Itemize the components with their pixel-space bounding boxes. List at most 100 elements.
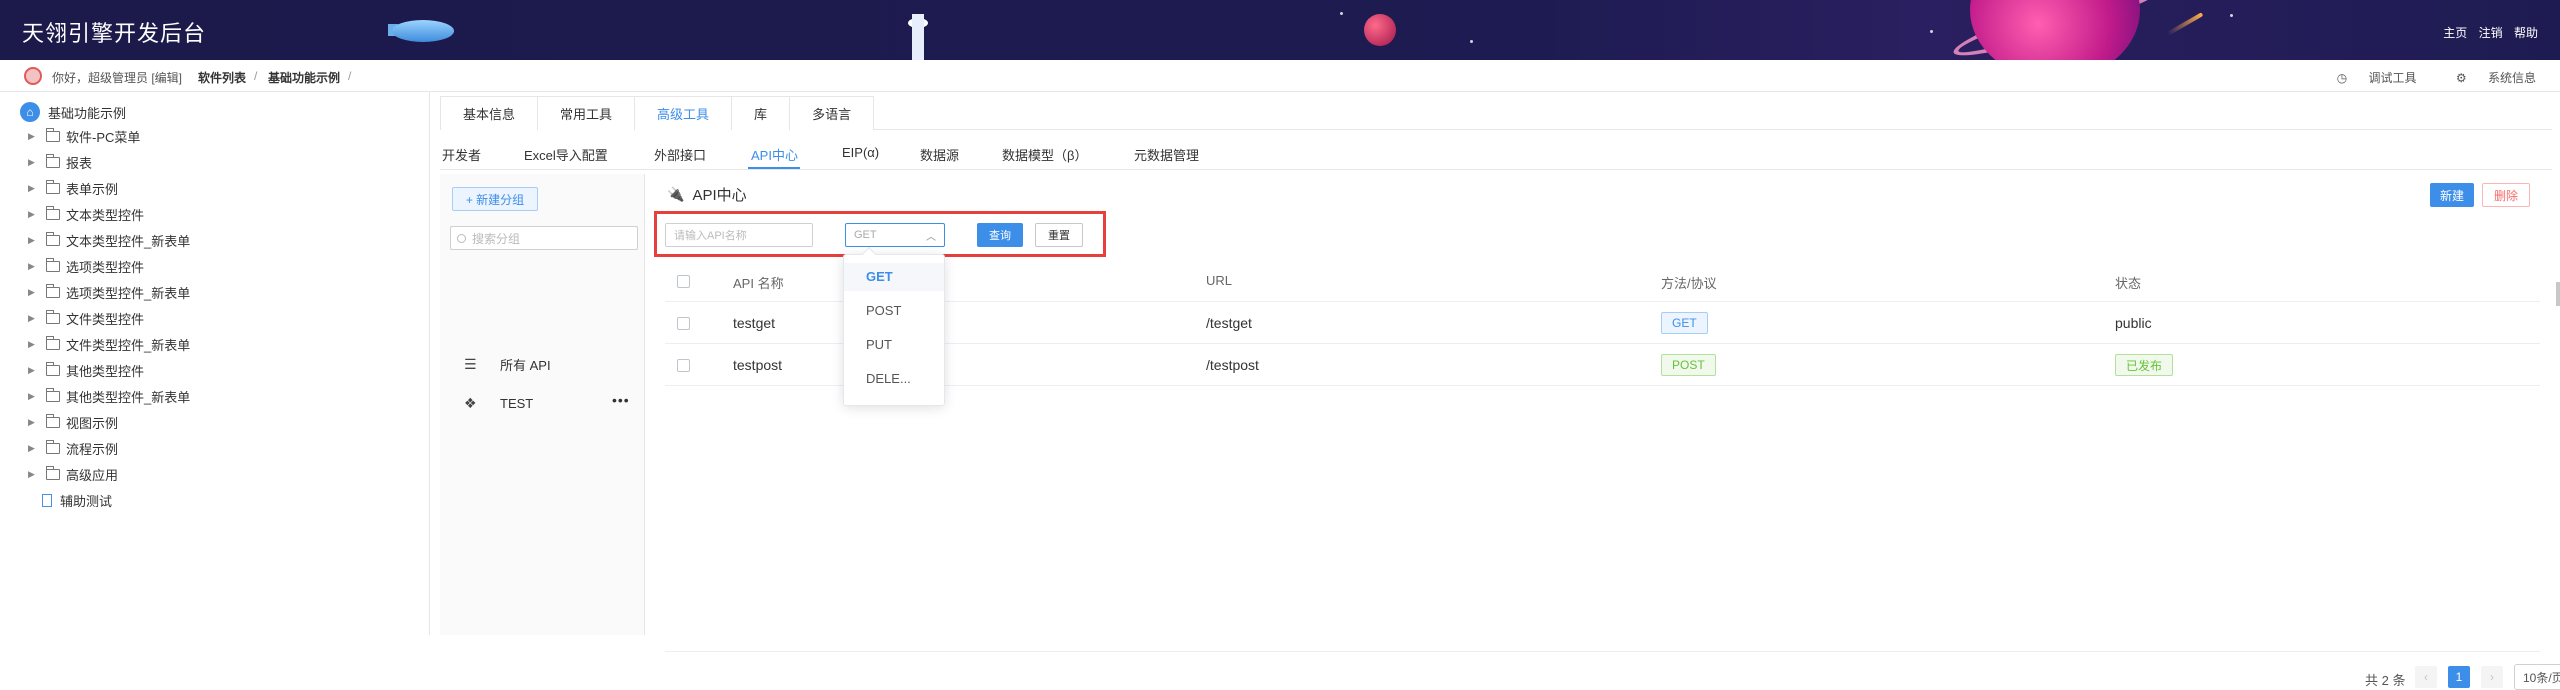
breadcrumb-tools: ◷ 调试工具 ⚙ 系统信息: [2301, 69, 2536, 86]
group-search-input[interactable]: 搜索分组: [450, 226, 638, 250]
breadcrumb-item-basic-demo[interactable]: 基础功能示例: [268, 69, 340, 86]
select-all-checkbox[interactable]: [677, 275, 690, 288]
api-name-input[interactable]: 请输入API名称: [665, 223, 813, 247]
column-header-api-name[interactable]: API 名称: [733, 273, 784, 292]
tree-node[interactable]: ▶ 软件-PC菜单: [28, 126, 140, 146]
tree-node[interactable]: ▶ 文本类型控件_新表单: [28, 230, 190, 250]
debug-tool-link[interactable]: ◷ 调试工具: [2319, 71, 2417, 85]
caret-right-icon[interactable]: ▶: [28, 157, 38, 168]
row-checkbox[interactable]: [677, 317, 690, 330]
star-decoration: [1930, 30, 1933, 33]
table-row[interactable]: testpost /testpost POST 已发布: [665, 344, 2540, 386]
method-option-delete[interactable]: DELE...: [866, 371, 911, 386]
breadcrumb-separator: /: [348, 69, 352, 83]
breadcrumb-item-software-list[interactable]: 软件列表: [198, 69, 246, 86]
tab-basic-info[interactable]: 基本信息: [440, 96, 539, 130]
caret-right-icon[interactable]: ▶: [28, 313, 38, 324]
column-header-status[interactable]: 状态: [2115, 273, 2141, 292]
folder-icon: [46, 283, 60, 298]
page-number[interactable]: 1: [2448, 666, 2470, 688]
logout-link[interactable]: 注销: [2479, 26, 2503, 40]
tree-node[interactable]: ▶ 其他类型控件: [28, 360, 144, 380]
help-link[interactable]: 帮助: [2514, 26, 2538, 40]
planet-decoration: [1364, 14, 1396, 46]
tab-metadata[interactable]: 元数据管理: [1134, 145, 1199, 164]
more-options-icon[interactable]: •••: [612, 392, 630, 408]
folder-icon: [46, 361, 60, 376]
active-tab-underline: [748, 167, 800, 169]
new-group-button[interactable]: + 新建分组: [452, 187, 538, 211]
query-button[interactable]: 查询: [977, 223, 1023, 247]
primary-tabs: 基本信息 常用工具 高级工具 库 多语言: [440, 96, 2552, 130]
tree-node[interactable]: ▶ 其他类型控件_新表单: [28, 386, 190, 406]
cell-api-name[interactable]: testget: [733, 315, 775, 331]
tree-node[interactable]: ▶ 文件类型控件: [28, 308, 144, 328]
tab-api-center[interactable]: API中心: [751, 145, 798, 164]
prev-page-button[interactable]: ‹: [2415, 666, 2437, 688]
reset-button[interactable]: 重置: [1035, 223, 1083, 247]
tab-eip[interactable]: EIP(α): [842, 145, 879, 160]
new-button[interactable]: 新建: [2430, 183, 2474, 207]
method-select[interactable]: GET ︿: [845, 223, 945, 247]
pagination-total: 共 2 条: [2365, 673, 2406, 688]
cell-api-name[interactable]: testpost: [733, 357, 782, 373]
main-area: 基本信息 常用工具 高级工具 库 多语言 开发者 Excel导入配置 外部接口 …: [440, 92, 2560, 690]
caret-right-icon[interactable]: ▶: [28, 391, 38, 402]
method-option-post[interactable]: POST: [866, 303, 901, 318]
table-row[interactable]: testget /testget GET public: [665, 302, 2540, 344]
tree-node[interactable]: ▶ 流程示例: [28, 438, 118, 458]
method-tag: GET: [1661, 312, 1708, 334]
tree-node[interactable]: ▶ 文本类型控件: [28, 204, 144, 224]
caret-right-icon[interactable]: ▶: [28, 261, 38, 272]
tree-node[interactable]: ▶ 视图示例: [28, 412, 118, 432]
caret-right-icon[interactable]: ▶: [28, 417, 38, 428]
caret-right-icon[interactable]: ▶: [28, 339, 38, 350]
folder-icon: [46, 309, 60, 324]
folder-icon: [46, 205, 60, 220]
group-item-all-api[interactable]: ☰ 所有 API: [464, 354, 551, 374]
method-option-get[interactable]: GET: [866, 269, 893, 284]
avatar[interactable]: [24, 67, 42, 85]
tab-datasource[interactable]: 数据源: [920, 145, 959, 164]
tree-node[interactable]: ▶ 选项类型控件: [28, 256, 144, 276]
tree-node[interactable]: ▶ 表单示例: [28, 178, 118, 198]
group-item-test[interactable]: ❖ TEST: [464, 393, 533, 413]
user-greeting[interactable]: 你好，超级管理员 [编辑]: [52, 69, 182, 86]
tree-node[interactable]: ▶ 选项类型控件_新表单: [28, 282, 190, 302]
delete-button[interactable]: 删除: [2482, 183, 2530, 207]
tab-library[interactable]: 库: [731, 96, 791, 130]
caret-right-icon[interactable]: ▶: [28, 131, 38, 142]
caret-right-icon[interactable]: ▶: [28, 209, 38, 220]
system-info-link[interactable]: ⚙ 系统信息: [2438, 71, 2536, 85]
next-page-button[interactable]: ›: [2481, 666, 2503, 688]
tree-leaf[interactable]: 辅助测试: [28, 490, 112, 510]
page-size-select[interactable]: 10条/页 ﹀: [2514, 664, 2560, 690]
caret-right-icon[interactable]: ▶: [28, 469, 38, 480]
column-header-method[interactable]: 方法/协议: [1661, 273, 1717, 292]
tree-node[interactable]: ▶ 高级应用: [28, 464, 118, 484]
row-checkbox[interactable]: [677, 359, 690, 372]
list-icon: ☰: [464, 355, 477, 372]
blimp-decoration: [392, 20, 454, 42]
column-header-url[interactable]: URL: [1206, 273, 1232, 288]
caret-right-icon[interactable]: ▶: [28, 287, 38, 298]
tree-root[interactable]: ⌂ 基础功能示例: [20, 102, 126, 122]
caret-right-icon[interactable]: ▶: [28, 443, 38, 454]
search-icon: [457, 233, 466, 243]
tree-node[interactable]: ▶ 报表: [28, 152, 92, 172]
caret-right-icon[interactable]: ▶: [28, 183, 38, 194]
tab-developer[interactable]: 开发者: [442, 145, 481, 164]
caret-right-icon[interactable]: ▶: [28, 235, 38, 246]
home-link[interactable]: 主页: [2443, 26, 2467, 40]
tab-multilanguage[interactable]: 多语言: [789, 96, 875, 130]
method-option-put[interactable]: PUT: [866, 337, 892, 352]
caret-right-icon[interactable]: ▶: [28, 365, 38, 376]
tab-common-tools[interactable]: 常用工具: [537, 96, 636, 130]
tab-excel-import[interactable]: Excel导入配置: [524, 145, 608, 164]
scrollbar[interactable]: [2556, 282, 2560, 306]
tab-advanced-tools[interactable]: 高级工具: [634, 96, 733, 130]
tab-external-interface[interactable]: 外部接口: [654, 145, 706, 164]
tab-data-model[interactable]: 数据模型（β）: [1002, 145, 1087, 164]
tree-node[interactable]: ▶ 文件类型控件_新表单: [28, 334, 190, 354]
star-decoration: [1340, 12, 1343, 15]
